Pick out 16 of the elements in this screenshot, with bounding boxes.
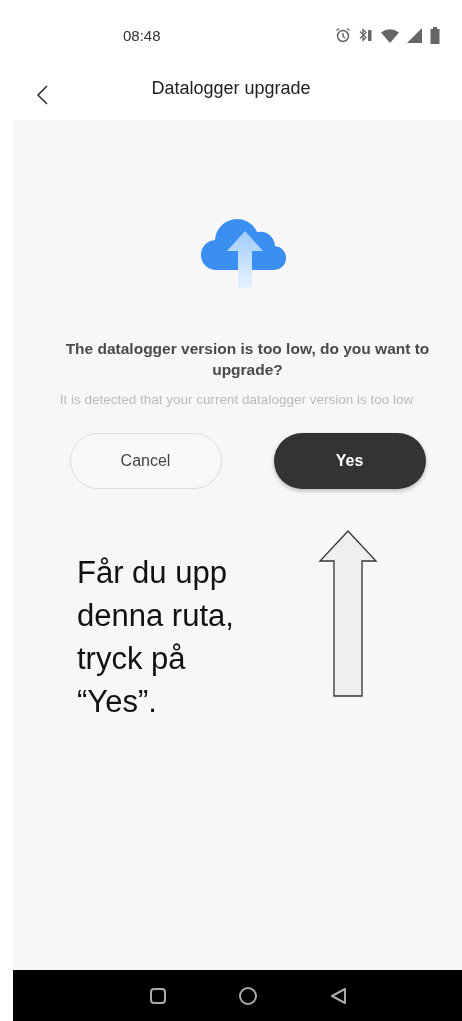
wifi-icon: [381, 27, 399, 43]
signal-icon: [407, 27, 422, 43]
back-icon[interactable]: [328, 986, 347, 1005]
bluetooth-icon: [359, 27, 373, 43]
status-time: 08:48: [123, 26, 161, 44]
cancel-button[interactable]: Cancel: [69, 433, 222, 489]
recent-apps-icon[interactable]: [148, 986, 167, 1005]
dialog-title: The datalogger version is too low, do you want to upgrade?: [64, 339, 431, 380]
confirm-button[interactable]: Yes: [273, 433, 426, 489]
battery-icon: [430, 26, 440, 44]
alarm-icon: [335, 27, 351, 43]
dialog-message: It is detected that your current datalogger version is too low: [59, 392, 414, 407]
annotation-text: Får du upp denna ruta, tryck på “Yes”.: [77, 554, 234, 721]
back-icon[interactable]: [36, 85, 48, 105]
home-icon[interactable]: [237, 985, 258, 1006]
page-title: Datalogger upgrade: [151, 78, 311, 99]
